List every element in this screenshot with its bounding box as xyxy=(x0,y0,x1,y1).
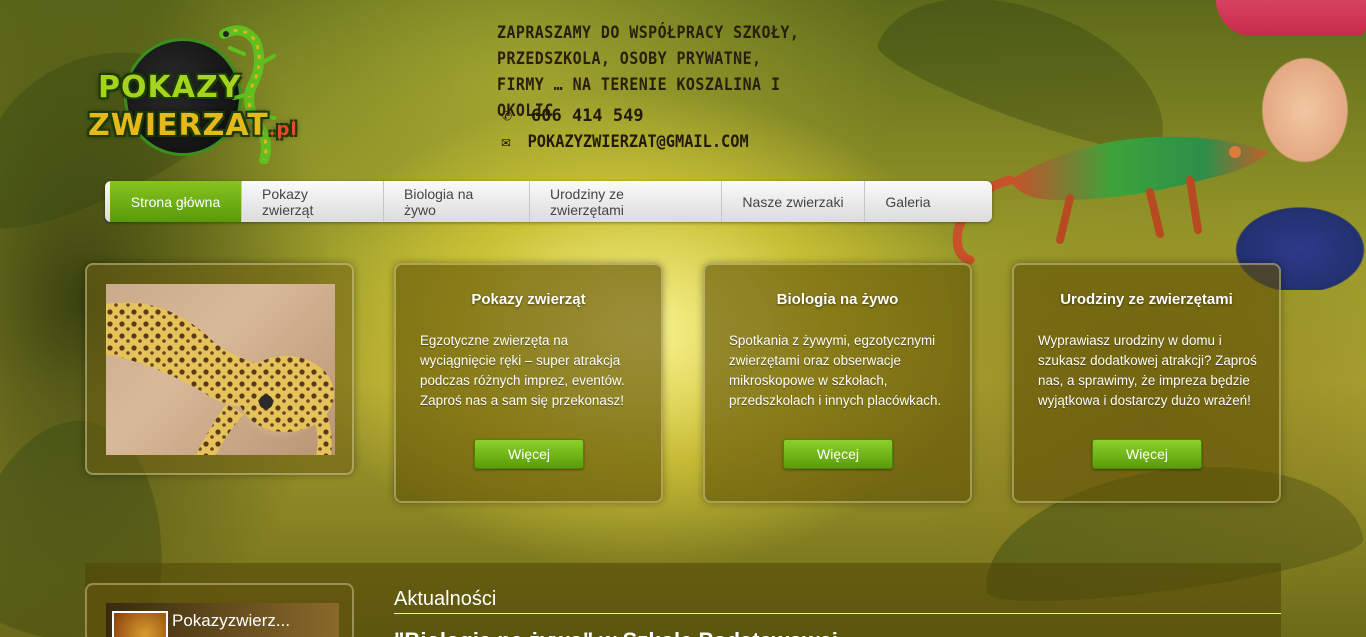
main-navigation: Strona główna Pokazy zwierząt Biologia n… xyxy=(105,181,992,222)
more-button[interactable]: Więcej xyxy=(783,439,893,469)
nav-item-our-animals[interactable]: Nasze zwierzaki xyxy=(722,181,865,222)
logo-suffix: .pl xyxy=(268,119,298,140)
nav-item-live-biology[interactable]: Biologia na żywo xyxy=(384,181,530,222)
card-title: Pokazy zwierząt xyxy=(471,291,586,308)
contact-phone: ✆ 606 414 549 xyxy=(497,106,644,126)
site-header: POKAZY ZWIERZAT.pl Zapraszamy do współpr… xyxy=(0,0,1366,180)
leopard-gecko-image xyxy=(106,302,334,455)
logo-line2-text: ZWIERZAT xyxy=(88,108,269,143)
gecko-photo-card xyxy=(85,263,354,475)
nav-item-animal-shows[interactable]: Pokazy zwierząt xyxy=(242,181,384,222)
more-button[interactable]: Więcej xyxy=(1092,439,1202,469)
logo-line2: ZWIERZAT.pl xyxy=(88,108,298,143)
more-button[interactable]: Więcej xyxy=(474,439,584,469)
nav-item-birthdays[interactable]: Urodziny ze zwierzętami xyxy=(530,181,722,222)
gecko-photo xyxy=(106,284,335,455)
facebook-widget: Pokazyzwierz... xyxy=(85,583,354,637)
facebook-avatar[interactable] xyxy=(112,611,168,637)
email-address[interactable]: POKAZYZWIERZAT@GMAIL.COM xyxy=(528,132,749,152)
logo-line1: POKAZY xyxy=(98,70,242,105)
phone-number[interactable]: 606 414 549 xyxy=(531,106,644,126)
card-animal-shows: Pokazy zwierząt Egzotyczne zwierzęta na … xyxy=(394,263,663,503)
nav-item-gallery[interactable]: Galeria xyxy=(865,181,951,222)
phone-icon: ✆ xyxy=(501,106,513,126)
card-title: Biologia na żywo xyxy=(776,291,899,308)
envelope-icon: ✉ xyxy=(501,132,511,152)
card-text: Wyprawiasz urodziny w domu i szukasz dod… xyxy=(1038,333,1257,408)
child-bandana xyxy=(1216,0,1366,36)
card-live-biology: Biologia na żywo Spotkania z żywymi, egz… xyxy=(703,263,972,503)
news-section-title: Aktualności xyxy=(394,588,1281,614)
site-logo[interactable]: POKAZY ZWIERZAT.pl xyxy=(84,24,314,164)
facebook-page-name[interactable]: Pokazyzwierz... xyxy=(172,611,290,631)
child-photo xyxy=(1210,0,1366,290)
nav-item-home[interactable]: Strona główna xyxy=(110,181,242,222)
card-birthdays: Urodziny ze zwierzętami Wyprawiasz urodz… xyxy=(1012,263,1281,503)
facebook-cover[interactable]: Pokazyzwierz... xyxy=(106,603,339,637)
news-headline[interactable]: "Biologia na żywo" w Szkole Podstawowej … xyxy=(394,628,862,637)
card-text: Egzotyczne zwierzęta na wyciągnięcie ręk… xyxy=(420,333,625,408)
card-title: Urodziny ze zwierzętami xyxy=(1060,291,1233,308)
card-text: Spotkania z żywymi, egzotycznymi zwierzę… xyxy=(729,333,942,408)
contact-email: ✉ POKAZYZWIERZAT@GMAIL.COM xyxy=(497,132,749,152)
